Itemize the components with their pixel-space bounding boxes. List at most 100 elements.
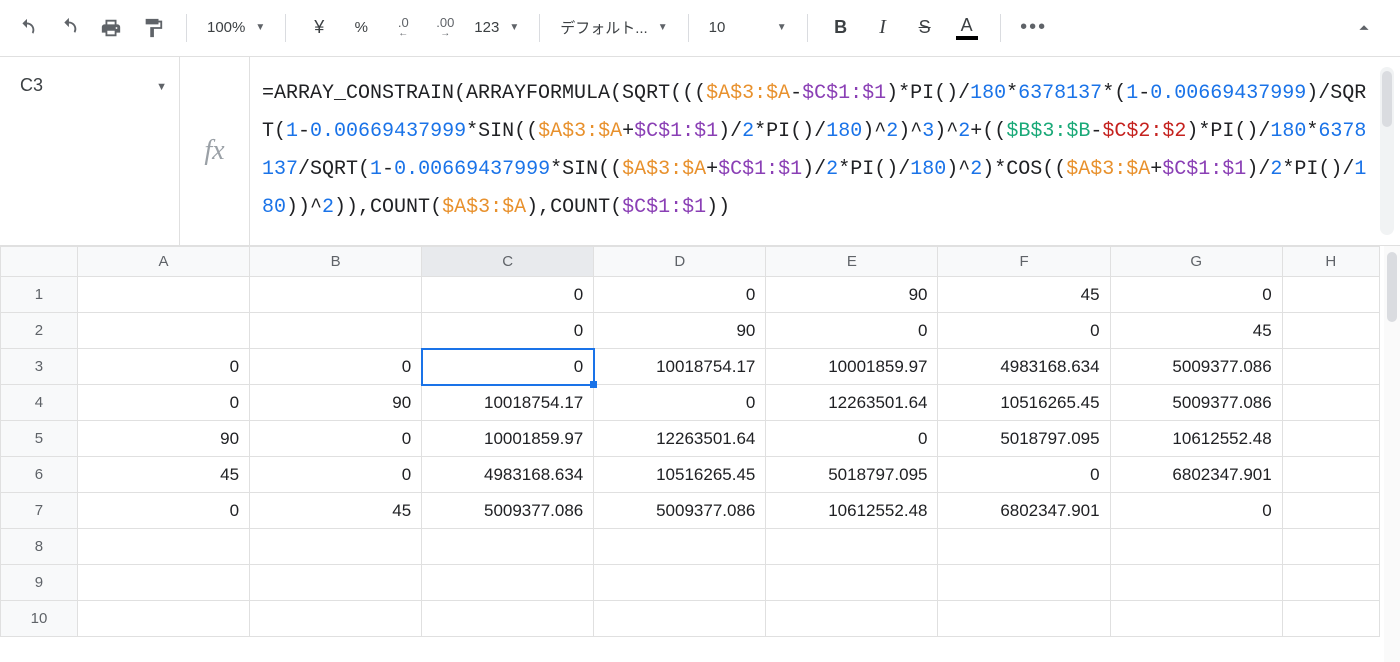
- vertical-scrollbar[interactable]: [1384, 246, 1400, 662]
- cell-G6[interactable]: 6802347.901: [1110, 457, 1282, 493]
- cell-A1[interactable]: [77, 277, 249, 313]
- cell-E10[interactable]: [766, 601, 938, 637]
- cell-D3[interactable]: 10018754.17: [594, 349, 766, 385]
- cell-H10[interactable]: [1282, 601, 1379, 637]
- cell-G5[interactable]: 10612552.48: [1110, 421, 1282, 457]
- cell-C7[interactable]: 5009377.086: [422, 493, 594, 529]
- cell-G10[interactable]: [1110, 601, 1282, 637]
- collapse-toolbar-button[interactable]: [1346, 14, 1382, 42]
- more-formats-dropdown[interactable]: 123 ▼: [468, 10, 525, 46]
- font-family-dropdown[interactable]: デフォルト... ▼: [554, 10, 673, 46]
- cell-H8[interactable]: [1282, 529, 1379, 565]
- cell-F2[interactable]: 0: [938, 313, 1110, 349]
- column-header-D[interactable]: D: [594, 247, 766, 277]
- column-header-B[interactable]: B: [250, 247, 422, 277]
- format-currency-button[interactable]: ¥: [300, 10, 338, 46]
- cell-D1[interactable]: 0: [594, 277, 766, 313]
- formula-bar[interactable]: =ARRAY_CONSTRAIN(ARRAYFORMULA(SQRT((($A$…: [250, 57, 1400, 245]
- cell-B6[interactable]: 0: [250, 457, 422, 493]
- cell-E2[interactable]: 0: [766, 313, 938, 349]
- strikethrough-button[interactable]: S: [906, 10, 944, 46]
- cell-A9[interactable]: [77, 565, 249, 601]
- cell-A5[interactable]: 90: [77, 421, 249, 457]
- cell-C2[interactable]: 0: [422, 313, 594, 349]
- column-header-E[interactable]: E: [766, 247, 938, 277]
- cell-G7[interactable]: 0: [1110, 493, 1282, 529]
- cell-H3[interactable]: [1282, 349, 1379, 385]
- scrollbar-thumb[interactable]: [1387, 252, 1397, 322]
- cell-F6[interactable]: 0: [938, 457, 1110, 493]
- italic-button[interactable]: I: [864, 10, 902, 46]
- cell-B8[interactable]: [250, 529, 422, 565]
- cell-A10[interactable]: [77, 601, 249, 637]
- row-header-9[interactable]: 9: [1, 565, 78, 601]
- cell-H1[interactable]: [1282, 277, 1379, 313]
- cell-C5[interactable]: 10001859.97: [422, 421, 594, 457]
- cell-F5[interactable]: 5018797.095: [938, 421, 1110, 457]
- cell-A7[interactable]: 0: [77, 493, 249, 529]
- cell-B1[interactable]: [250, 277, 422, 313]
- cell-C3[interactable]: 0: [422, 349, 594, 385]
- cell-D9[interactable]: [594, 565, 766, 601]
- row-header-8[interactable]: 8: [1, 529, 78, 565]
- cell-E9[interactable]: [766, 565, 938, 601]
- row-header-10[interactable]: 10: [1, 601, 78, 637]
- print-button[interactable]: [92, 10, 130, 46]
- column-header-F[interactable]: F: [938, 247, 1110, 277]
- cell-C10[interactable]: [422, 601, 594, 637]
- column-header-G[interactable]: G: [1110, 247, 1282, 277]
- cell-A2[interactable]: [77, 313, 249, 349]
- format-percent-button[interactable]: %: [342, 10, 380, 46]
- bold-button[interactable]: B: [822, 10, 860, 46]
- cell-A3[interactable]: 0: [77, 349, 249, 385]
- cell-D10[interactable]: [594, 601, 766, 637]
- redo-button[interactable]: [50, 10, 88, 46]
- row-header-3[interactable]: 3: [1, 349, 78, 385]
- cell-F8[interactable]: [938, 529, 1110, 565]
- row-header-5[interactable]: 5: [1, 421, 78, 457]
- cell-B9[interactable]: [250, 565, 422, 601]
- more-tools-button[interactable]: •••: [1015, 10, 1053, 46]
- cell-E6[interactable]: 5018797.095: [766, 457, 938, 493]
- select-all-corner[interactable]: [1, 247, 78, 277]
- row-header-4[interactable]: 4: [1, 385, 78, 421]
- cell-G9[interactable]: [1110, 565, 1282, 601]
- cell-B7[interactable]: 45: [250, 493, 422, 529]
- column-header-H[interactable]: H: [1282, 247, 1379, 277]
- cell-D5[interactable]: 12263501.64: [594, 421, 766, 457]
- decrease-decimal-button[interactable]: .0←: [384, 10, 422, 46]
- cell-A4[interactable]: 0: [77, 385, 249, 421]
- cell-E5[interactable]: 0: [766, 421, 938, 457]
- scrollbar-thumb[interactable]: [1382, 71, 1392, 127]
- cell-C1[interactable]: 0: [422, 277, 594, 313]
- text-color-button[interactable]: A: [948, 10, 986, 46]
- cell-B5[interactable]: 0: [250, 421, 422, 457]
- row-header-7[interactable]: 7: [1, 493, 78, 529]
- cell-G3[interactable]: 5009377.086: [1110, 349, 1282, 385]
- cell-E7[interactable]: 10612552.48: [766, 493, 938, 529]
- cell-H2[interactable]: [1282, 313, 1379, 349]
- increase-decimal-button[interactable]: .00→: [426, 10, 464, 46]
- name-box[interactable]: C3 ▼: [0, 57, 180, 245]
- cell-D4[interactable]: 0: [594, 385, 766, 421]
- cell-A6[interactable]: 45: [77, 457, 249, 493]
- cell-B4[interactable]: 90: [250, 385, 422, 421]
- zoom-dropdown[interactable]: 100% ▼: [201, 10, 271, 46]
- cell-B2[interactable]: [250, 313, 422, 349]
- cell-D2[interactable]: 90: [594, 313, 766, 349]
- cell-G1[interactable]: 0: [1110, 277, 1282, 313]
- row-header-2[interactable]: 2: [1, 313, 78, 349]
- row-header-6[interactable]: 6: [1, 457, 78, 493]
- cell-F1[interactable]: 45: [938, 277, 1110, 313]
- cell-A8[interactable]: [77, 529, 249, 565]
- cell-F10[interactable]: [938, 601, 1110, 637]
- cell-C9[interactable]: [422, 565, 594, 601]
- cell-G8[interactable]: [1110, 529, 1282, 565]
- cell-E4[interactable]: 12263501.64: [766, 385, 938, 421]
- undo-button[interactable]: [8, 10, 46, 46]
- cell-D7[interactable]: 5009377.086: [594, 493, 766, 529]
- cell-G2[interactable]: 45: [1110, 313, 1282, 349]
- cell-H7[interactable]: [1282, 493, 1379, 529]
- cell-C8[interactable]: [422, 529, 594, 565]
- cell-H4[interactable]: [1282, 385, 1379, 421]
